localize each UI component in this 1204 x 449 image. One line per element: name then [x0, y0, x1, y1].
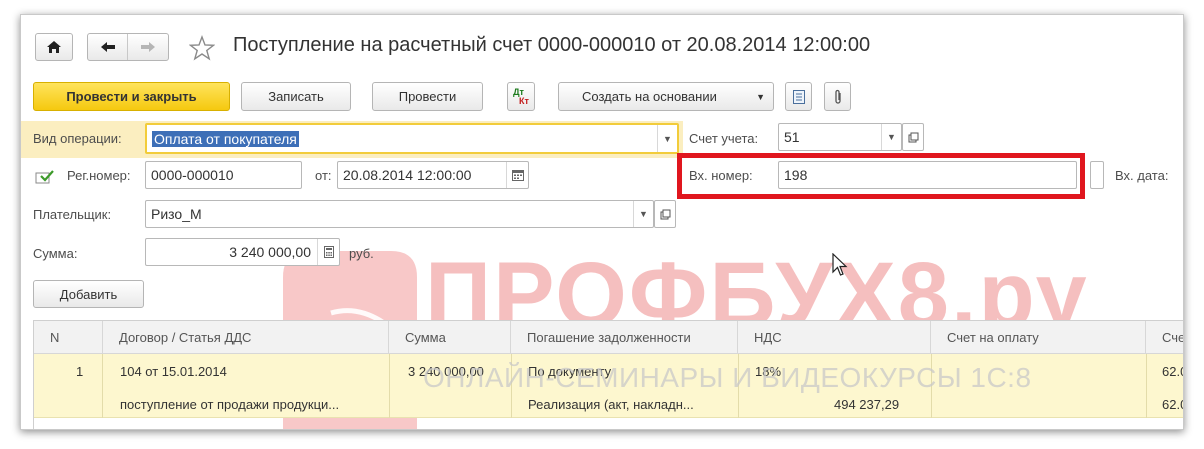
- account-open-button[interactable]: [902, 123, 924, 151]
- create-based-on-button[interactable]: Создать на основании ▼: [558, 82, 774, 111]
- post-button[interactable]: Провести: [372, 82, 483, 111]
- in-number-value: 198: [784, 167, 808, 183]
- sum-value: 3 240 000,00: [229, 244, 311, 260]
- col-divider: [389, 354, 390, 418]
- payer-select[interactable]: Ризо_М ▼: [145, 200, 654, 228]
- account-top-value[interactable]: 62.0: [1162, 364, 1183, 379]
- arrow-left-icon: [100, 42, 115, 52]
- table-header: N Договор / Статья ДДС Сумма Погашение з…: [34, 321, 1183, 354]
- in-date-label: Вх. дата:: [1115, 168, 1169, 183]
- attach-button[interactable]: [824, 82, 851, 111]
- post-and-close-button[interactable]: Провести и закрыть: [33, 82, 230, 111]
- paperclip-icon: [834, 89, 841, 104]
- column-header-n[interactable]: N: [34, 321, 103, 354]
- row-number: 1: [76, 364, 84, 379]
- account-select[interactable]: 51 ▼: [778, 123, 902, 151]
- calculator-icon[interactable]: [317, 239, 339, 265]
- calendar-icon[interactable]: [506, 162, 528, 188]
- home-button[interactable]: [35, 33, 73, 61]
- in-date-field-edge[interactable]: [1090, 161, 1104, 189]
- reg-number-field[interactable]: 0000-000010: [145, 161, 302, 189]
- dt-kt-button[interactable]: Дт Кт: [507, 82, 535, 111]
- col-divider: [738, 354, 739, 418]
- chevron-down-icon[interactable]: ▼: [633, 201, 653, 227]
- column-header-invoice[interactable]: Счет на оплату: [931, 321, 1146, 354]
- from-label: от:: [315, 168, 332, 183]
- table-row[interactable]: 1 104 от 15.01.2014 поступление от прода…: [34, 354, 1183, 418]
- window-title: Поступление на расчетный счет 0000-00001…: [233, 34, 871, 56]
- document-window: Поступление на расчетный счет 0000-00001…: [20, 14, 1184, 430]
- column-header-sum[interactable]: Сумма: [389, 321, 511, 354]
- mouse-cursor-icon: [832, 253, 848, 276]
- column-header-vat[interactable]: НДС: [738, 321, 931, 354]
- star-icon[interactable]: [189, 35, 215, 61]
- open-icon: [908, 132, 918, 142]
- sum-cell-value[interactable]: 3 240 000,00: [408, 364, 484, 379]
- nav-group: [87, 33, 169, 61]
- vat-rate-value[interactable]: 18%: [755, 364, 781, 379]
- column-header-contract[interactable]: Договор / Статья ДДС: [103, 321, 389, 354]
- add-row-button[interactable]: Добавить: [33, 280, 144, 308]
- operation-select[interactable]: Оплата от покупателя ▼: [145, 123, 679, 154]
- open-icon: [660, 209, 670, 219]
- kt-label: Кт: [519, 95, 529, 106]
- currency-label: руб.: [349, 246, 374, 261]
- col-divider: [931, 354, 932, 418]
- account-label: Счет учета:: [689, 131, 759, 146]
- date-field[interactable]: 20.08.2014 12:00:00: [337, 161, 529, 189]
- col-divider: [511, 354, 512, 418]
- payer-value: Ризо_М: [151, 206, 202, 222]
- sum-field[interactable]: 3 240 000,00: [145, 238, 340, 266]
- vat-sum-value[interactable]: 494 237,29: [834, 397, 899, 412]
- in-number-label: Вх. номер:: [689, 168, 753, 183]
- document-value[interactable]: Реализация (акт, накладн...: [528, 397, 694, 412]
- contract-value[interactable]: 104 от 15.01.2014: [120, 364, 227, 379]
- payer-open-button[interactable]: [654, 200, 676, 228]
- chevron-down-icon[interactable]: ▼: [881, 124, 901, 150]
- posted-check-icon: [35, 170, 54, 184]
- account-bottom-value[interactable]: 62.0: [1162, 397, 1183, 412]
- forward-button[interactable]: [128, 34, 168, 60]
- account-value: 51: [784, 129, 800, 145]
- create-based-on-label: Создать на основании: [582, 89, 717, 104]
- sum-label: Сумма:: [33, 246, 78, 261]
- operation-label: Вид операции:: [33, 131, 122, 146]
- document-icon: [792, 89, 805, 104]
- column-header-repayment[interactable]: Погашение задолженности: [511, 321, 738, 354]
- article-value[interactable]: поступление от продажи продукци...: [120, 397, 339, 412]
- operation-value: Оплата от покупателя: [152, 130, 299, 147]
- column-header-account[interactable]: Счет: [1146, 321, 1183, 354]
- reg-number-label: Рег.номер:: [67, 168, 131, 183]
- in-number-field[interactable]: 198: [778, 161, 1077, 189]
- save-button[interactable]: Записать: [241, 82, 351, 111]
- home-icon: [47, 41, 61, 53]
- payer-label: Плательщик:: [33, 207, 112, 222]
- back-button[interactable]: [88, 34, 128, 60]
- reg-number-value: 0000-000010: [151, 167, 234, 183]
- arrow-right-icon: [141, 42, 155, 52]
- dropdown-arrow-icon: ▼: [756, 91, 765, 102]
- print-button[interactable]: [785, 82, 812, 111]
- row-number-cell: [34, 354, 103, 418]
- chevron-down-icon[interactable]: ▼: [657, 125, 677, 152]
- date-value: 20.08.2014 12:00:00: [343, 167, 472, 183]
- table: N Договор / Статья ДДС Сумма Погашение з…: [33, 320, 1183, 429]
- repayment-value[interactable]: По документу: [528, 364, 611, 379]
- col-divider: [1146, 354, 1147, 418]
